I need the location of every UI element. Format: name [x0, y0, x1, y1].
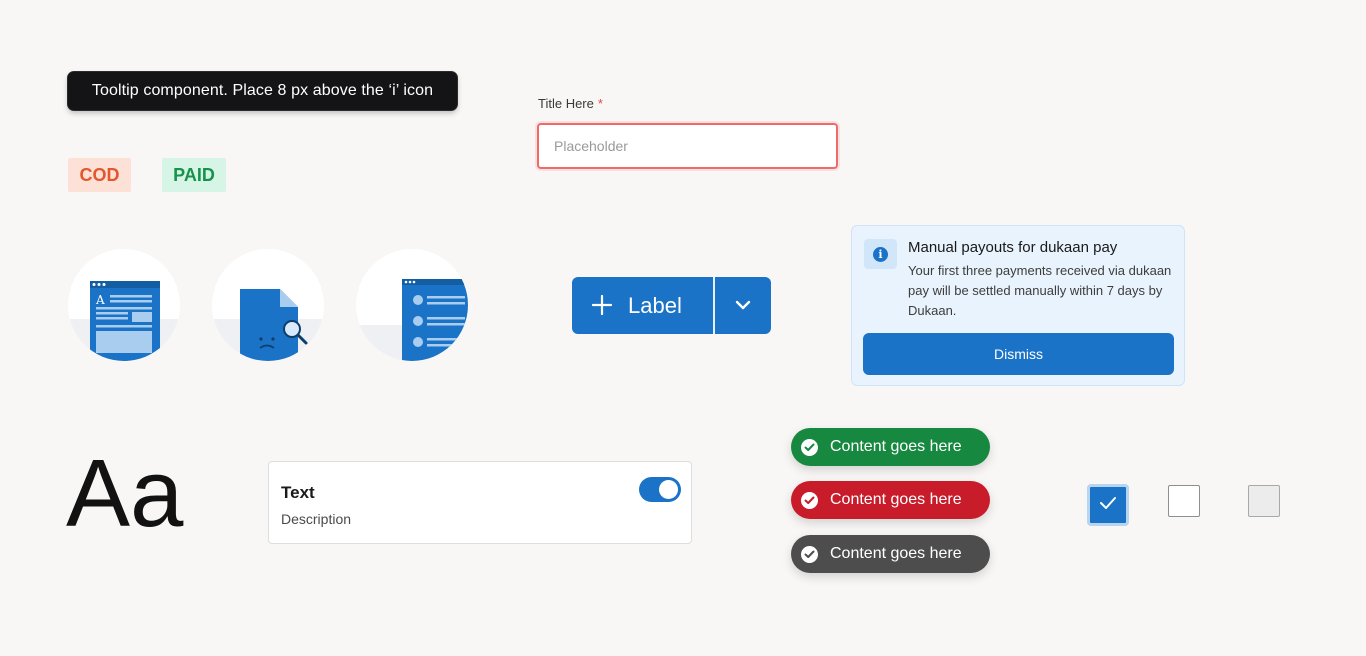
svg-text:A: A: [95, 293, 105, 307]
typography-sample: Aa: [66, 440, 184, 547]
info-icon: i: [873, 246, 888, 262]
toggle-switch[interactable]: [639, 477, 681, 502]
info-card-body: Your first three payments received via d…: [908, 263, 1172, 318]
plus-icon: [591, 291, 613, 321]
paid-badge: PAID: [162, 158, 226, 192]
dismiss-button[interactable]: Dismiss: [863, 333, 1174, 375]
document-illustration: A: [68, 249, 180, 361]
checkbox-unchecked[interactable]: [1168, 485, 1200, 517]
file-not-found-illustration: [212, 249, 324, 361]
check-circle-icon: [801, 491, 818, 509]
checkbox-checked[interactable]: [1087, 484, 1129, 526]
split-button-main[interactable]: Label: [572, 277, 713, 334]
tooltip-text: Tooltip component. Place 8 px above the …: [91, 82, 434, 99]
cod-badge: COD: [68, 158, 131, 192]
toggle-card-description: Description: [281, 511, 352, 527]
title-input[interactable]: [552, 137, 823, 155]
check-circle-icon: [801, 545, 818, 563]
title-field-label: Title Here *: [538, 96, 603, 111]
split-button-divider: [713, 277, 715, 334]
split-button: Label: [572, 277, 771, 334]
split-button-label: Label: [628, 292, 682, 318]
field-label-text: Title Here: [538, 96, 594, 111]
split-button-dropdown[interactable]: [715, 277, 771, 334]
checkmark-icon: [1099, 496, 1117, 515]
toast-text: Content goes here: [830, 438, 962, 455]
toggle-card-title: Text: [281, 483, 315, 502]
info-card: i Manual payouts for dukaan pay Your fir…: [851, 225, 1185, 386]
contact-list-illustration: [356, 249, 468, 361]
chevron-down-icon: [735, 297, 751, 315]
required-marker: *: [597, 96, 603, 111]
toggle-card: Text Description: [268, 461, 692, 544]
tooltip: Tooltip component. Place 8 px above the …: [68, 72, 457, 110]
success-toast: Content goes here: [791, 428, 990, 466]
check-circle-icon: [801, 438, 818, 456]
error-toast: Content goes here: [791, 481, 990, 519]
toggle-knob: [659, 480, 678, 499]
info-card-title: Manual payouts for dukaan pay: [908, 239, 1118, 256]
title-input-wrapper: [537, 123, 838, 169]
checkbox-disabled: [1248, 485, 1280, 517]
info-icon-container: i: [864, 239, 897, 269]
toast-text: Content goes here: [830, 491, 962, 508]
neutral-toast: Content goes here: [791, 535, 990, 573]
toast-text: Content goes here: [830, 545, 962, 562]
